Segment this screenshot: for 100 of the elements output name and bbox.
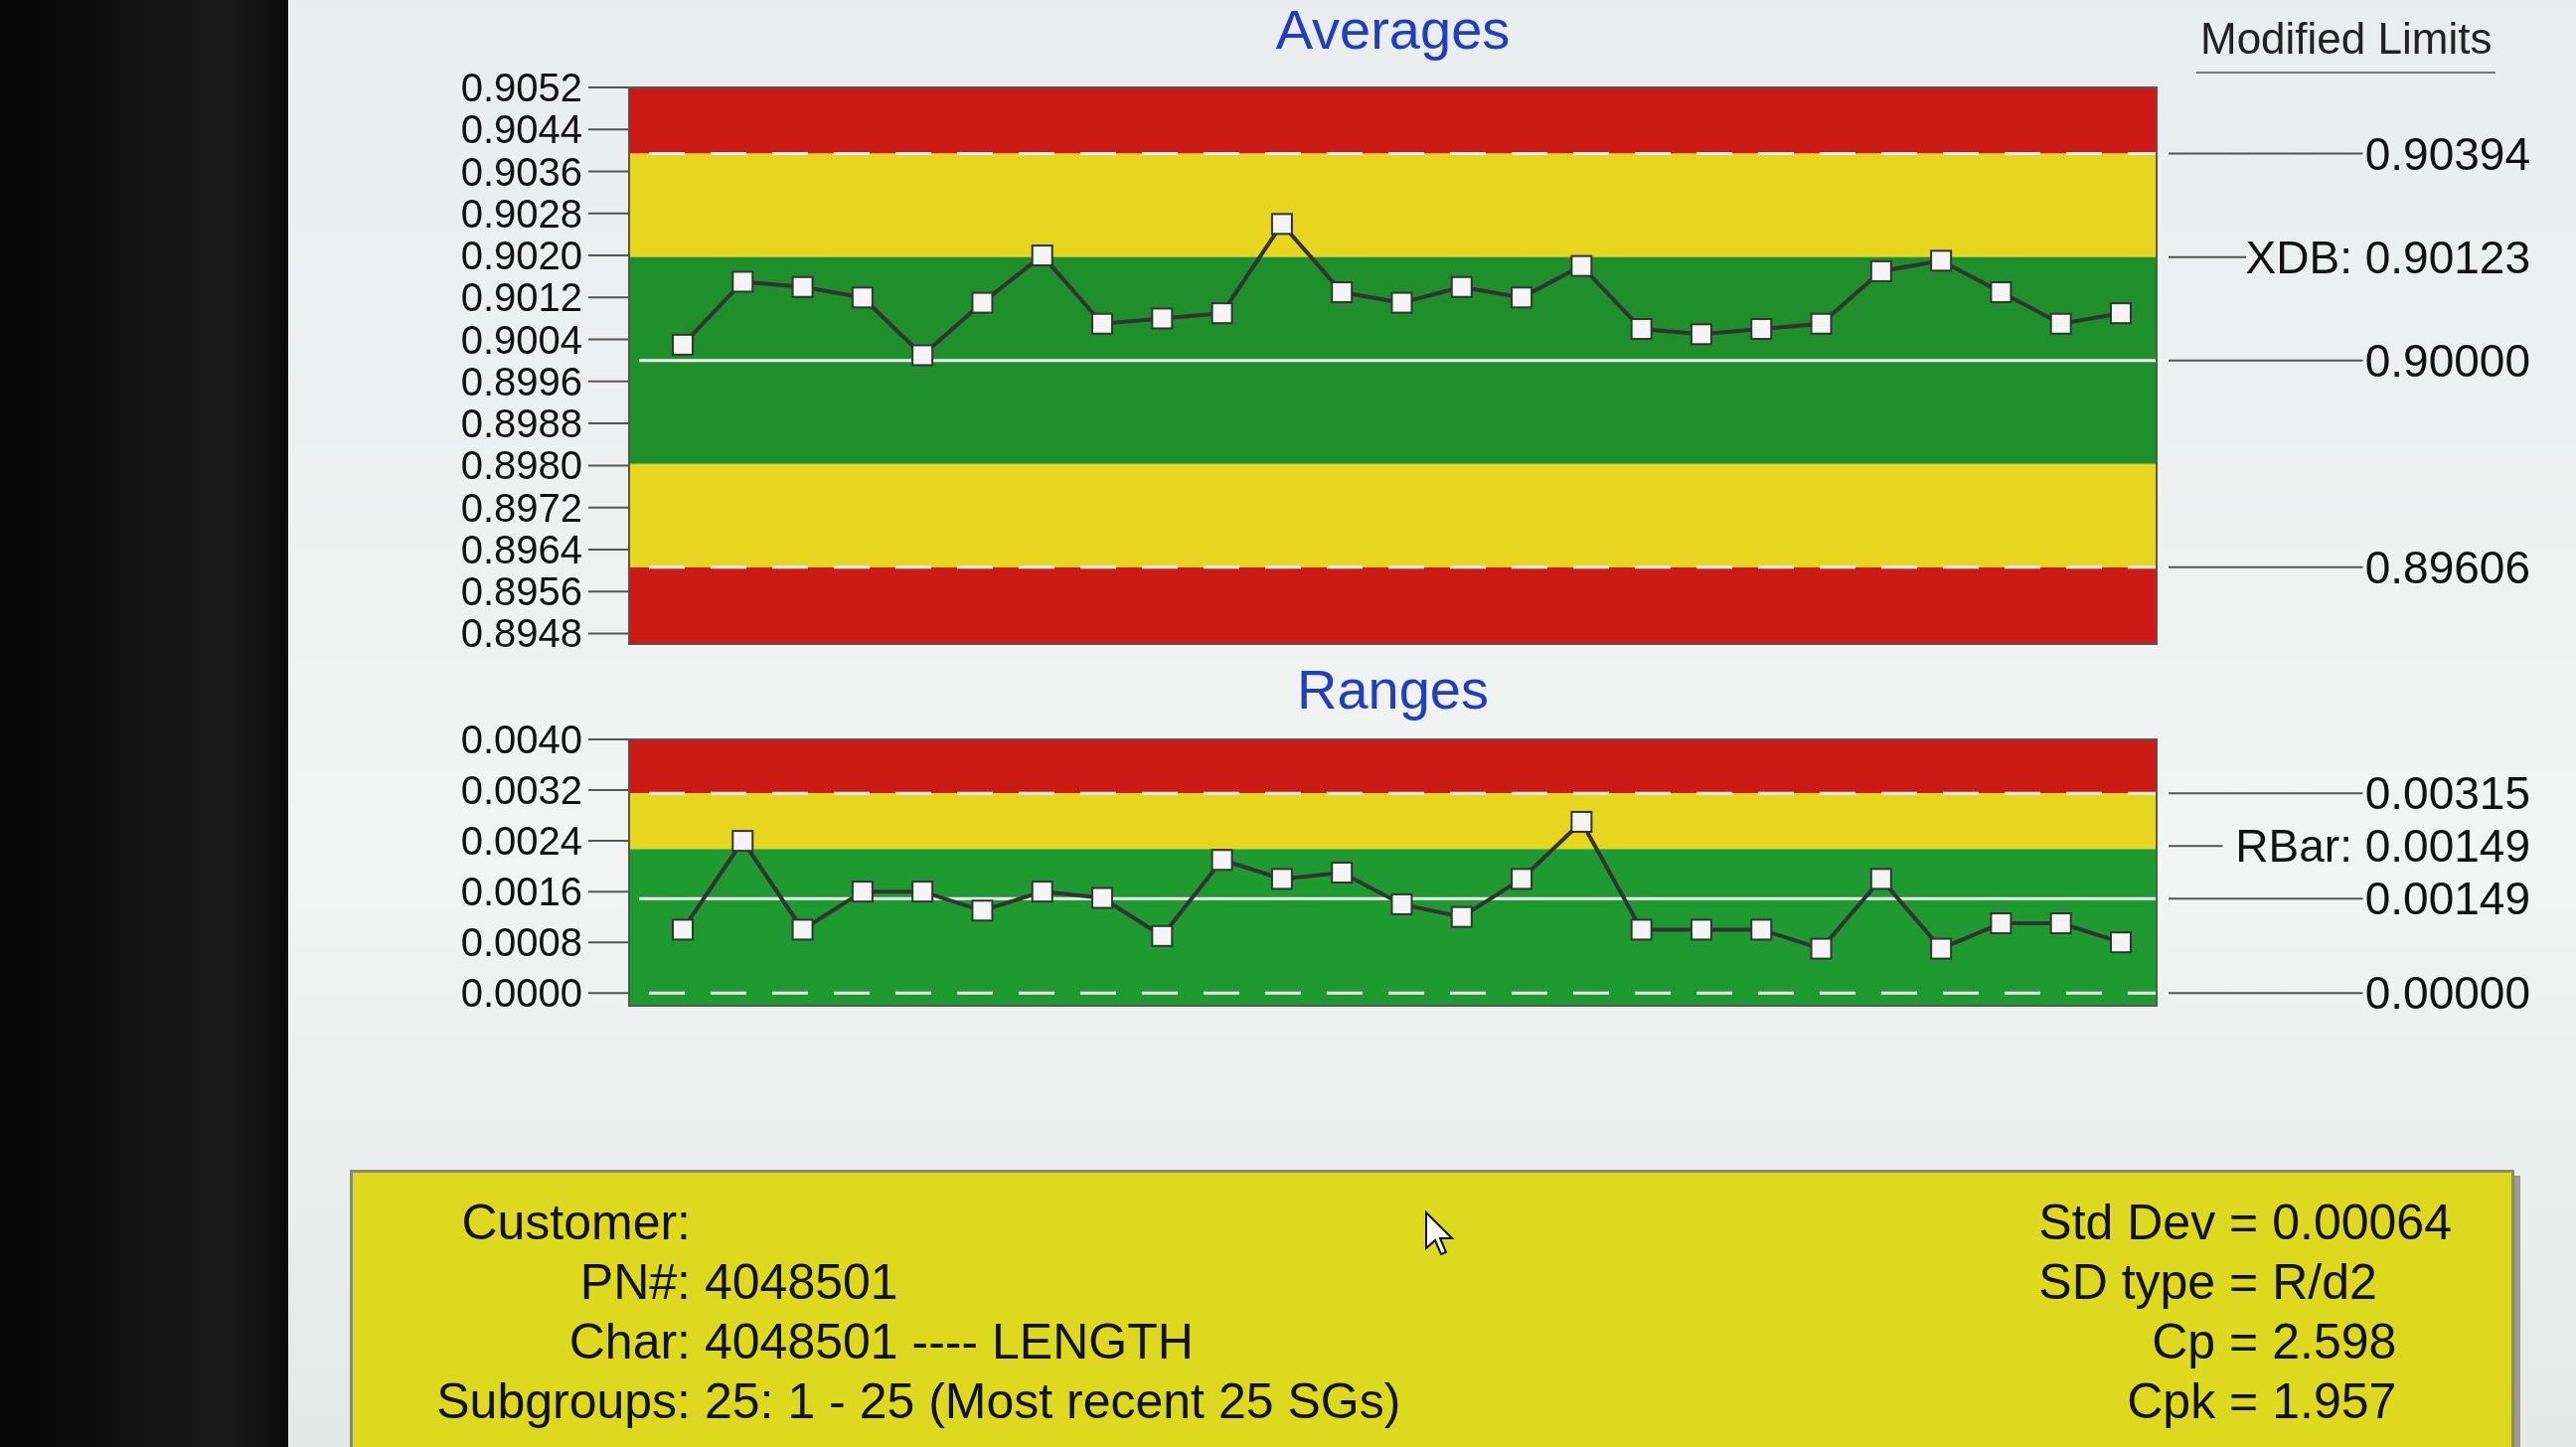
data-point [1331, 281, 1354, 304]
info-value: 25: 1 - 25 (Most recent 25 SGs) [705, 1372, 1401, 1431]
data-point [2110, 931, 2132, 954]
axis-tick-label: 0.9020 [460, 234, 582, 278]
data-point [1570, 254, 1593, 277]
data-point [1091, 312, 1114, 335]
tick-mark [587, 422, 630, 425]
tick-mark [587, 890, 630, 893]
data-point [791, 918, 814, 941]
limits-heading: Modified Limits [2196, 14, 2496, 74]
tick-mark [587, 254, 630, 257]
axis-tick-label: 0.9044 [460, 107, 582, 152]
data-point [1869, 259, 1892, 282]
tick-mark [587, 464, 630, 467]
tick-mark [587, 840, 630, 843]
info-value: 0.00064 [2272, 1194, 2452, 1252]
data-point [672, 333, 694, 356]
data-point [1690, 918, 1712, 941]
data-point [1630, 318, 1653, 340]
axis-tick-label: 0.0024 [460, 819, 582, 864]
data-point [971, 291, 994, 314]
tick-mark [587, 941, 630, 944]
data-point [1511, 868, 1533, 890]
data-point [1151, 307, 1174, 330]
info-label: Char: [568, 1313, 691, 1371]
data-point [1450, 905, 1473, 928]
axis-tick-label: 0.0000 [460, 971, 582, 1016]
data-point [1869, 868, 1892, 890]
tick-mark [587, 380, 630, 383]
data-point [971, 899, 994, 922]
tick-mark [587, 170, 630, 173]
data-point [1930, 937, 1953, 960]
data-point [1630, 918, 1653, 941]
data-point [1270, 213, 1293, 236]
data-point [1031, 881, 1053, 903]
limit-label: 0.89606 [2364, 541, 2530, 593]
data-point [1750, 318, 1773, 340]
info-value: R/d2 [2272, 1253, 2377, 1312]
data-point [911, 344, 934, 367]
info-label: SD type = [2038, 1253, 2259, 1312]
data-point [911, 881, 934, 903]
tick-mark [587, 212, 630, 215]
tick-mark [587, 590, 630, 593]
tick-mark [587, 992, 630, 995]
tick-mark [587, 338, 630, 341]
limit-label: 0.00000 [2364, 967, 2530, 1020]
chart-title: Averages [1275, 0, 1511, 60]
data-point [1390, 892, 1413, 915]
data-point [1810, 937, 1833, 960]
data-point [1810, 312, 1833, 335]
limit-label: XDB: 0.90123 [2245, 231, 2530, 283]
axis-tick-label: 0.9052 [460, 66, 582, 109]
info-label: Subgroups: [436, 1372, 691, 1431]
axis-tick-label: 0.9028 [460, 191, 582, 236]
info-value: 1.957 [2272, 1372, 2397, 1431]
info-value: 4048501 ---- LENGTH [705, 1313, 1194, 1371]
data-point [1990, 912, 2012, 935]
mouse-pointer-icon [1424, 1210, 1454, 1256]
data-point [1570, 810, 1593, 833]
limit-label: 0.00149 [2364, 873, 2530, 925]
limit-label: 0.00315 [2364, 767, 2530, 820]
limit-label: RBar: 0.00149 [2235, 820, 2530, 873]
data-point [1930, 249, 1953, 272]
limit-label: 0.90394 [2364, 127, 2530, 180]
data-point [1331, 862, 1354, 884]
data-point [672, 918, 694, 941]
axis-tick-label: 0.8988 [460, 402, 582, 446]
tick-mark [587, 506, 630, 509]
data-point [1690, 323, 1712, 346]
axis-tick-label: 0.0032 [460, 768, 582, 813]
tick-mark [587, 296, 630, 299]
axis-tick-label: 0.8956 [460, 569, 582, 614]
tick-mark [587, 86, 630, 88]
data-point [1210, 849, 1233, 872]
data-point [1270, 868, 1293, 890]
axis-tick-label: 0.9004 [460, 317, 582, 362]
info-label: Cpk = [2127, 1372, 2259, 1431]
tick-mark [587, 738, 630, 740]
data-point [791, 275, 814, 298]
data-point [1450, 275, 1473, 298]
data-point [1031, 244, 1053, 267]
tick-mark [587, 789, 630, 792]
tick-mark [587, 548, 630, 551]
info-value: 2.598 [2272, 1313, 2397, 1371]
data-point [731, 830, 754, 853]
chart-title: Ranges [1297, 660, 1489, 720]
data-point [851, 286, 874, 309]
data-point [1390, 291, 1413, 314]
data-point [1091, 886, 1114, 909]
info-value: 4048501 [705, 1253, 898, 1312]
data-point [2049, 912, 2072, 935]
axis-tick-label: 0.0008 [460, 920, 582, 965]
data-point [1511, 286, 1533, 309]
tick-mark [587, 128, 630, 131]
data-point [1750, 918, 1773, 941]
data-point [1210, 302, 1233, 325]
axis-tick-label: 0.9012 [460, 275, 582, 320]
info-label: Cp = [2152, 1313, 2259, 1371]
data-point [2110, 302, 2132, 325]
axis-tick-label: 0.8972 [460, 485, 582, 530]
